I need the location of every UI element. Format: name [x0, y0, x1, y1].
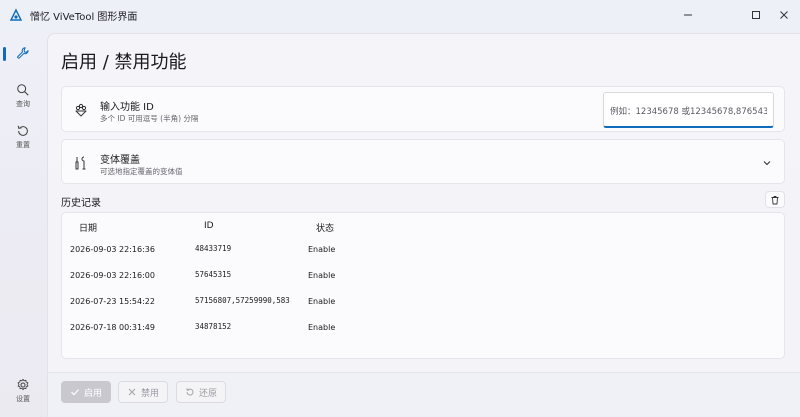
- restore-button[interactable]: 还原: [176, 381, 226, 403]
- trash-icon: [771, 195, 779, 204]
- feature-id-card: 输入功能 ID 多个 ID 可用逗号 (半角) 分隔: [61, 86, 785, 132]
- nav-item-reset[interactable]: 重置: [4, 124, 42, 150]
- window-title: 憎忆 ViVeTool 图形界面: [30, 12, 138, 23]
- feature-id-subtitle: 多个 ID 可用逗号 (半角) 分隔: [100, 114, 199, 123]
- table-row[interactable]: 2026-09-03 22:16:36 48433719 Enable: [62, 237, 784, 263]
- table-row[interactable]: 2026-07-18 00:31:49 34878152 Enable: [62, 315, 784, 341]
- nav-item-settings[interactable]: 设置: [4, 378, 42, 404]
- app-window: 憎忆 ViVeTool 图形界面 查询 重置 设置 启用 / 禁用功能 输入功能…: [0, 0, 800, 417]
- close-icon: [128, 388, 136, 396]
- close-icon: [780, 11, 788, 19]
- minimize-button[interactable]: [666, 0, 710, 30]
- disable-button-label: 禁用: [140, 388, 159, 399]
- minimize-icon: [684, 14, 692, 16]
- feature-id-input[interactable]: [603, 92, 774, 128]
- chevron-down-icon[interactable]: [762, 158, 772, 168]
- nav-item-label: 设置: [16, 395, 30, 403]
- feature-id-icon: [75, 103, 87, 117]
- app-logo-icon: [9, 8, 23, 21]
- clear-history-button[interactable]: [765, 191, 785, 208]
- nav-item-enable-disable[interactable]: [3, 38, 42, 68]
- variant-title: 变体覆盖: [100, 155, 140, 166]
- close-button[interactable]: [762, 0, 800, 30]
- column-header-id[interactable]: ID: [204, 221, 214, 231]
- nav-selection-indicator: [3, 47, 6, 61]
- gear-icon: [17, 378, 29, 391]
- history-label: 历史记录: [61, 198, 101, 209]
- checkmark-icon: [71, 389, 79, 396]
- page-title: 启用 / 禁用功能: [61, 52, 187, 73]
- table-row[interactable]: 2026-09-03 22:16:00 57645315 Enable: [62, 263, 784, 289]
- cell-status: Enable: [308, 297, 336, 306]
- wrench-icon: [17, 47, 29, 59]
- navigation-rail: 查询 重置 设置: [0, 32, 46, 417]
- enable-button-label: 启用: [83, 388, 102, 399]
- column-header-date[interactable]: 日期: [79, 221, 97, 234]
- cell-date: 2026-07-18 00:31:49: [70, 323, 155, 332]
- variant-subtitle: 可选地指定覆盖的变体值: [100, 167, 183, 176]
- cell-date: 2026-09-03 22:16:00: [70, 271, 155, 280]
- maximize-icon: [752, 11, 760, 19]
- table-row[interactable]: 2026-07-23 15:54:22 57156807,57259990,58…: [62, 289, 784, 315]
- cell-date: 2026-07-23 15:54:22: [70, 297, 155, 306]
- nav-item-search[interactable]: 查询: [4, 83, 42, 109]
- cell-id: 57645315: [195, 270, 232, 279]
- cell-id: 34878152: [195, 322, 232, 331]
- title-bar: 憎忆 ViVeTool 图形界面: [0, 0, 800, 30]
- action-bar: 启用 禁用 还原: [48, 372, 800, 417]
- variant-tools-icon: [75, 156, 86, 170]
- cell-status: Enable: [308, 271, 336, 280]
- cell-status: Enable: [308, 245, 336, 254]
- feature-id-title: 输入功能 ID: [100, 102, 154, 113]
- disable-button[interactable]: 禁用: [118, 381, 168, 403]
- variant-override-card[interactable]: 变体覆盖 可选地指定覆盖的变体值: [61, 139, 785, 184]
- restore-button-label: 还原: [198, 388, 217, 399]
- restore-icon: [186, 388, 194, 396]
- cell-id: 57156807,57259990,583: [195, 296, 290, 305]
- cell-date: 2026-09-03 22:16:36: [70, 245, 155, 254]
- cell-id: 48433719: [195, 244, 232, 253]
- enable-button[interactable]: 启用: [61, 381, 111, 403]
- column-header-status[interactable]: 状态: [316, 221, 334, 234]
- reset-icon: [17, 125, 28, 136]
- search-icon: [17, 84, 29, 96]
- cell-status: Enable: [308, 323, 336, 332]
- nav-item-label: 重置: [16, 141, 30, 149]
- history-table: 日期 ID 状态 2026-09-03 22:16:36 48433719 En…: [61, 212, 785, 359]
- main-content: 启用 / 禁用功能 输入功能 ID 多个 ID 可用逗号 (半角) 分隔 变体覆…: [47, 33, 800, 417]
- nav-item-label: 查询: [16, 100, 30, 108]
